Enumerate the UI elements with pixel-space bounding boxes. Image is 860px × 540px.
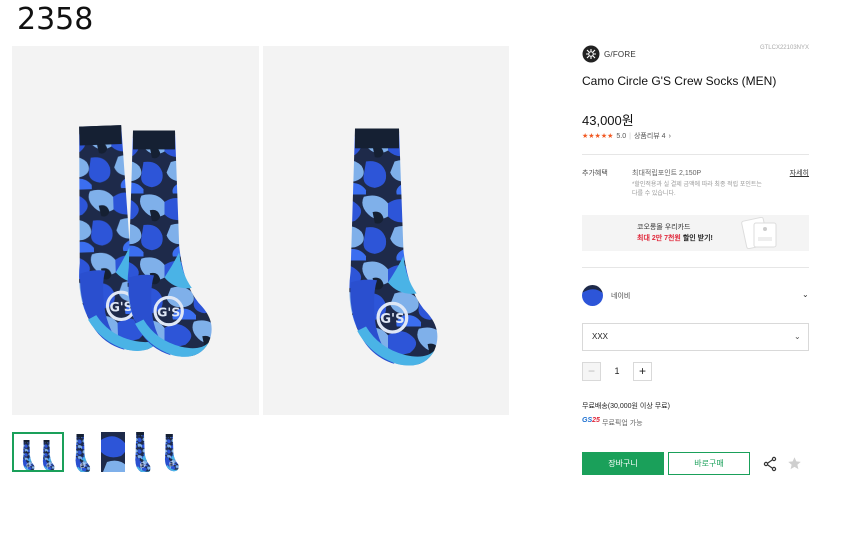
review-count-link[interactable]: 상품리뷰 4 (634, 131, 666, 141)
max-points-text: 최대적립포인트 2,150P (632, 170, 702, 177)
points-note: *할인적용과 실 결제 금액에 따라 최종 적립 포인트는 다를 수 있습니다. (632, 182, 762, 197)
promo-discount-amount: 최대 2만 7천원 (637, 235, 681, 242)
quantity-decrease-button[interactable]: − (582, 362, 601, 381)
rating-row[interactable]: ★★★★★ 5.0 | 상품리뷰 4 › (582, 131, 671, 141)
product-price: 43,000원 (582, 113, 634, 128)
brand-name[interactable]: G/FORE (604, 50, 636, 59)
shipping-info: 무료배송(30,000원 이상 무료) (582, 403, 670, 410)
add-to-cart-button[interactable]: 장바구니 (582, 452, 664, 475)
thumbnail-3[interactable] (101, 432, 125, 472)
gfore-logo-icon (582, 45, 600, 63)
chevron-down-icon[interactable]: ⌄ (802, 290, 809, 299)
product-code: GTLCX22103NYX (759, 45, 809, 51)
share-icon[interactable] (763, 456, 777, 472)
chevron-down-icon: ⌄ (794, 332, 801, 341)
thumbnail-image (134, 432, 151, 472)
gs25-logo-text: GS (582, 417, 593, 424)
rating-stars: ★★★★★ (582, 133, 614, 140)
star-icon[interactable] (787, 456, 802, 471)
thumbnail-4[interactable] (129, 432, 155, 472)
review-arrow-icon: › (668, 132, 671, 140)
quantity-value[interactable]: 1 (602, 366, 632, 376)
divider (582, 267, 809, 268)
product-image-pair[interactable] (12, 46, 259, 415)
buy-now-button[interactable]: 바로구매 (668, 452, 750, 475)
thumbnail-image (101, 432, 125, 472)
pickup-info: 무료픽업 가능 (602, 420, 643, 427)
thumbnail-1[interactable] (12, 432, 64, 472)
socks-pair-illustration (72, 122, 214, 359)
size-select-value: XXX (592, 332, 609, 341)
benefit-detail-link[interactable]: 자세히 (770, 168, 809, 178)
page-number: 2358 (17, 2, 94, 37)
product-image-single[interactable] (263, 46, 509, 415)
quantity-increase-button[interactable]: + (633, 362, 652, 381)
rating-score: 5.0 (616, 132, 627, 140)
gs25-logo: GS25 (582, 417, 600, 424)
color-swatch-image (582, 285, 603, 306)
thumbnail-image (164, 434, 180, 472)
promo-discount-text: 최대 2만 7천원 할인 받기! (637, 233, 713, 243)
thumbnail-2[interactable] (69, 432, 96, 472)
benefit-label: 추가혜택 (582, 170, 608, 177)
sock-single-illustration (347, 126, 440, 368)
thumbnail-5[interactable] (159, 432, 184, 472)
promo-discount-suffix: 할인 받기! (680, 235, 713, 242)
color-option-label: 네이비 (611, 293, 631, 300)
divider (582, 154, 809, 155)
product-title: Camo Circle G'S Crew Socks (MEN) (582, 74, 777, 88)
size-select[interactable] (582, 323, 809, 351)
credit-card-icon (741, 217, 777, 249)
thumbnail-image (69, 432, 96, 472)
thumbnail-image (22, 440, 55, 470)
rating-separator: | (629, 132, 631, 140)
color-swatch-navy[interactable] (582, 285, 603, 306)
promo-card-name: 코오롱몰 우리카드 (637, 224, 691, 231)
gs25-logo-number: 25 (592, 417, 600, 424)
